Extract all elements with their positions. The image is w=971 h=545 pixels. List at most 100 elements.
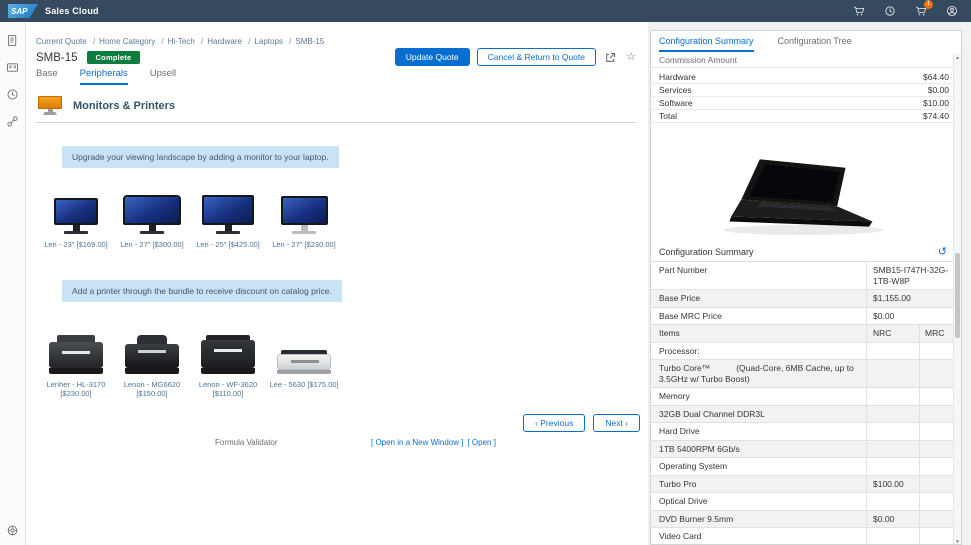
configuration-panel: Configuration Summary Configuration Tree… — [650, 30, 962, 545]
tab-configuration-summary[interactable]: Configuration Summary — [659, 36, 754, 52]
summary-row-label: Turbo Core™(Quad-Core, 6MB Cache, up to … — [651, 360, 867, 387]
summary-row-nrc — [867, 441, 919, 458]
tab-peripherals[interactable]: Peripherals — [80, 68, 128, 85]
tab-upsell[interactable]: Upsell — [150, 68, 176, 85]
monitor-product[interactable]: Len - 23" [$169.00] — [38, 182, 114, 249]
shellbar-icons: 1 — [852, 4, 963, 18]
summary-row-nrc — [867, 388, 919, 405]
scroll-down-arrow[interactable]: ▼ — [954, 537, 961, 545]
summary-row-mrc — [919, 493, 955, 510]
catalog-card-icon[interactable] — [4, 58, 22, 76]
product-title: Sales Cloud — [45, 6, 99, 16]
commission-row-value: $74.40 — [923, 111, 949, 121]
commission-row-label: Hardware — [659, 72, 696, 82]
summary-row-mrc — [919, 476, 955, 493]
summary-row-nrc — [867, 493, 919, 510]
summary-row: Memory — [651, 388, 955, 406]
section-header: Monitors & Printers — [38, 96, 175, 116]
quote-document-icon[interactable] — [4, 31, 22, 49]
summary-row-mrc — [919, 388, 955, 405]
configuration-summary-table: Part Number SMB15-I747H-32G-1TB-W8P Base… — [651, 262, 955, 545]
account-icon[interactable] — [945, 4, 959, 18]
section-divider — [36, 122, 637, 123]
favorite-star-icon[interactable]: ☆ — [624, 50, 638, 64]
printer-product[interactable]: Lenher - HL-3170[$230.00] — [38, 320, 114, 398]
summary-row-label: Items — [651, 325, 867, 342]
breadcrumb-item[interactable]: /Hardware — [197, 37, 242, 46]
summary-row: Part Number SMB15-I747H-32G-1TB-W8P — [651, 262, 955, 290]
printer-image — [125, 320, 179, 374]
breadcrumb-item[interactable]: /Laptops — [244, 37, 283, 46]
share-icon[interactable] — [603, 50, 617, 64]
printer-label: Lee - 5630 [$175.00] — [269, 380, 338, 389]
printer-image — [201, 320, 255, 374]
shellbar: SAP Sales Cloud 1 — [0, 0, 971, 22]
commission-row-value: $64.40 — [923, 72, 949, 82]
settings-icon[interactable] — [4, 521, 22, 539]
summary-row-mrc: MRC — [919, 325, 955, 342]
catalog-cart-icon[interactable] — [852, 4, 866, 18]
next-button[interactable]: Next › — [593, 414, 640, 432]
history-icon[interactable] — [883, 4, 897, 18]
scroll-up-arrow[interactable]: ▲ — [954, 53, 961, 62]
breadcrumb-item[interactable]: /Home Category — [89, 37, 155, 46]
quote-title-row: SMB-15 Complete — [36, 51, 140, 64]
sap-logo: SAP — [8, 4, 38, 18]
summary-row: Base Price $1,155.00 — [651, 290, 955, 308]
reset-icon[interactable]: ↺ — [938, 247, 947, 258]
update-quote-button[interactable]: Update Quote — [395, 48, 470, 66]
cancel-return-button[interactable]: Cancel & Return to Quote — [477, 48, 596, 66]
summary-row: DVD Burner 9.5mm $0.00 — [651, 511, 955, 529]
summary-row: Items NRC MRC — [651, 325, 955, 343]
monitor-icon — [38, 96, 62, 116]
app: SAP Sales Cloud 1 — [0, 0, 971, 545]
scrollbar-thumb[interactable] — [955, 253, 960, 338]
monitor-image — [54, 182, 98, 234]
summary-row: Base MRC Price $0.00 — [651, 308, 955, 326]
configuration-link-icon[interactable] — [4, 112, 22, 130]
summary-row-nrc — [867, 528, 919, 545]
commission-row-value: $0.00 — [928, 85, 949, 95]
summary-row-mrc — [919, 343, 955, 360]
summary-row-label: Turbo Pro — [651, 476, 867, 493]
breadcrumb-item[interactable]: /Current Quote — [36, 37, 87, 46]
recent-history-icon[interactable] — [4, 85, 22, 103]
window-scroll-gutter — [963, 22, 971, 545]
summary-row-nrc — [867, 360, 919, 387]
summary-row-nrc — [867, 343, 919, 360]
quote-cart-icon[interactable]: 1 — [914, 4, 928, 18]
printer-product[interactable]: Lenon - MG6620[$150.00] — [114, 320, 190, 398]
open-link[interactable]: [ Open ] — [467, 438, 495, 447]
printer-product[interactable]: Lenon - WF-3620[$110.00] — [190, 320, 266, 398]
summary-row: Hard Drive — [651, 423, 955, 441]
breadcrumb: /Current Quote /Home Category /Hi-Tech /… — [36, 37, 324, 46]
printers-row: Lenher - HL-3170[$230.00] Lenon - MG6620… — [38, 320, 342, 398]
printer-product[interactable]: Lee - 5630 [$175.00] — [266, 320, 342, 398]
monitor-product[interactable]: Len - 27" [$230.00] — [266, 182, 342, 249]
summary-row: Operating System — [651, 458, 955, 476]
monitor-product[interactable]: Len - 25" [$425.00] — [190, 182, 266, 249]
summary-row-label: Hard Drive — [651, 423, 867, 440]
commission-amount-label: Commission Amount — [659, 55, 737, 65]
summary-row-nrc: $0.00 — [867, 511, 919, 528]
commission-row: Services $0.00 — [651, 84, 955, 97]
breadcrumb-item[interactable]: /Hi-Tech — [157, 37, 194, 46]
tab-base[interactable]: Base — [36, 68, 58, 85]
configuration-summary-header: Configuration Summary ↺ — [651, 243, 955, 262]
open-new-window-link[interactable]: [ Open in a New Window ] — [371, 438, 463, 447]
summary-row-mrc — [919, 511, 955, 528]
previous-button[interactable]: ‹ Previous — [523, 414, 585, 432]
summary-row-mrc — [919, 423, 955, 440]
monitor-label: Len - 27" [$230.00] — [272, 240, 336, 249]
summary-row-label: Base MRC Price — [651, 308, 867, 325]
summary-row-label: DVD Burner 9.5mm — [651, 511, 867, 528]
tab-configuration-tree[interactable]: Configuration Tree — [778, 36, 852, 52]
panel-scrollbar[interactable]: ▲ ▼ — [953, 53, 961, 545]
monitor-product[interactable]: Len - 27" [$300.00] — [114, 182, 190, 249]
laptop-product-image — [711, 149, 896, 247]
status-badge: Complete — [87, 51, 141, 64]
commission-row-value: $10.00 — [923, 98, 949, 108]
breadcrumb-item[interactable]: /SMB-15 — [285, 37, 324, 46]
page-title: SMB-15 — [36, 52, 78, 64]
breadcrumb-separator: / — [289, 37, 291, 46]
